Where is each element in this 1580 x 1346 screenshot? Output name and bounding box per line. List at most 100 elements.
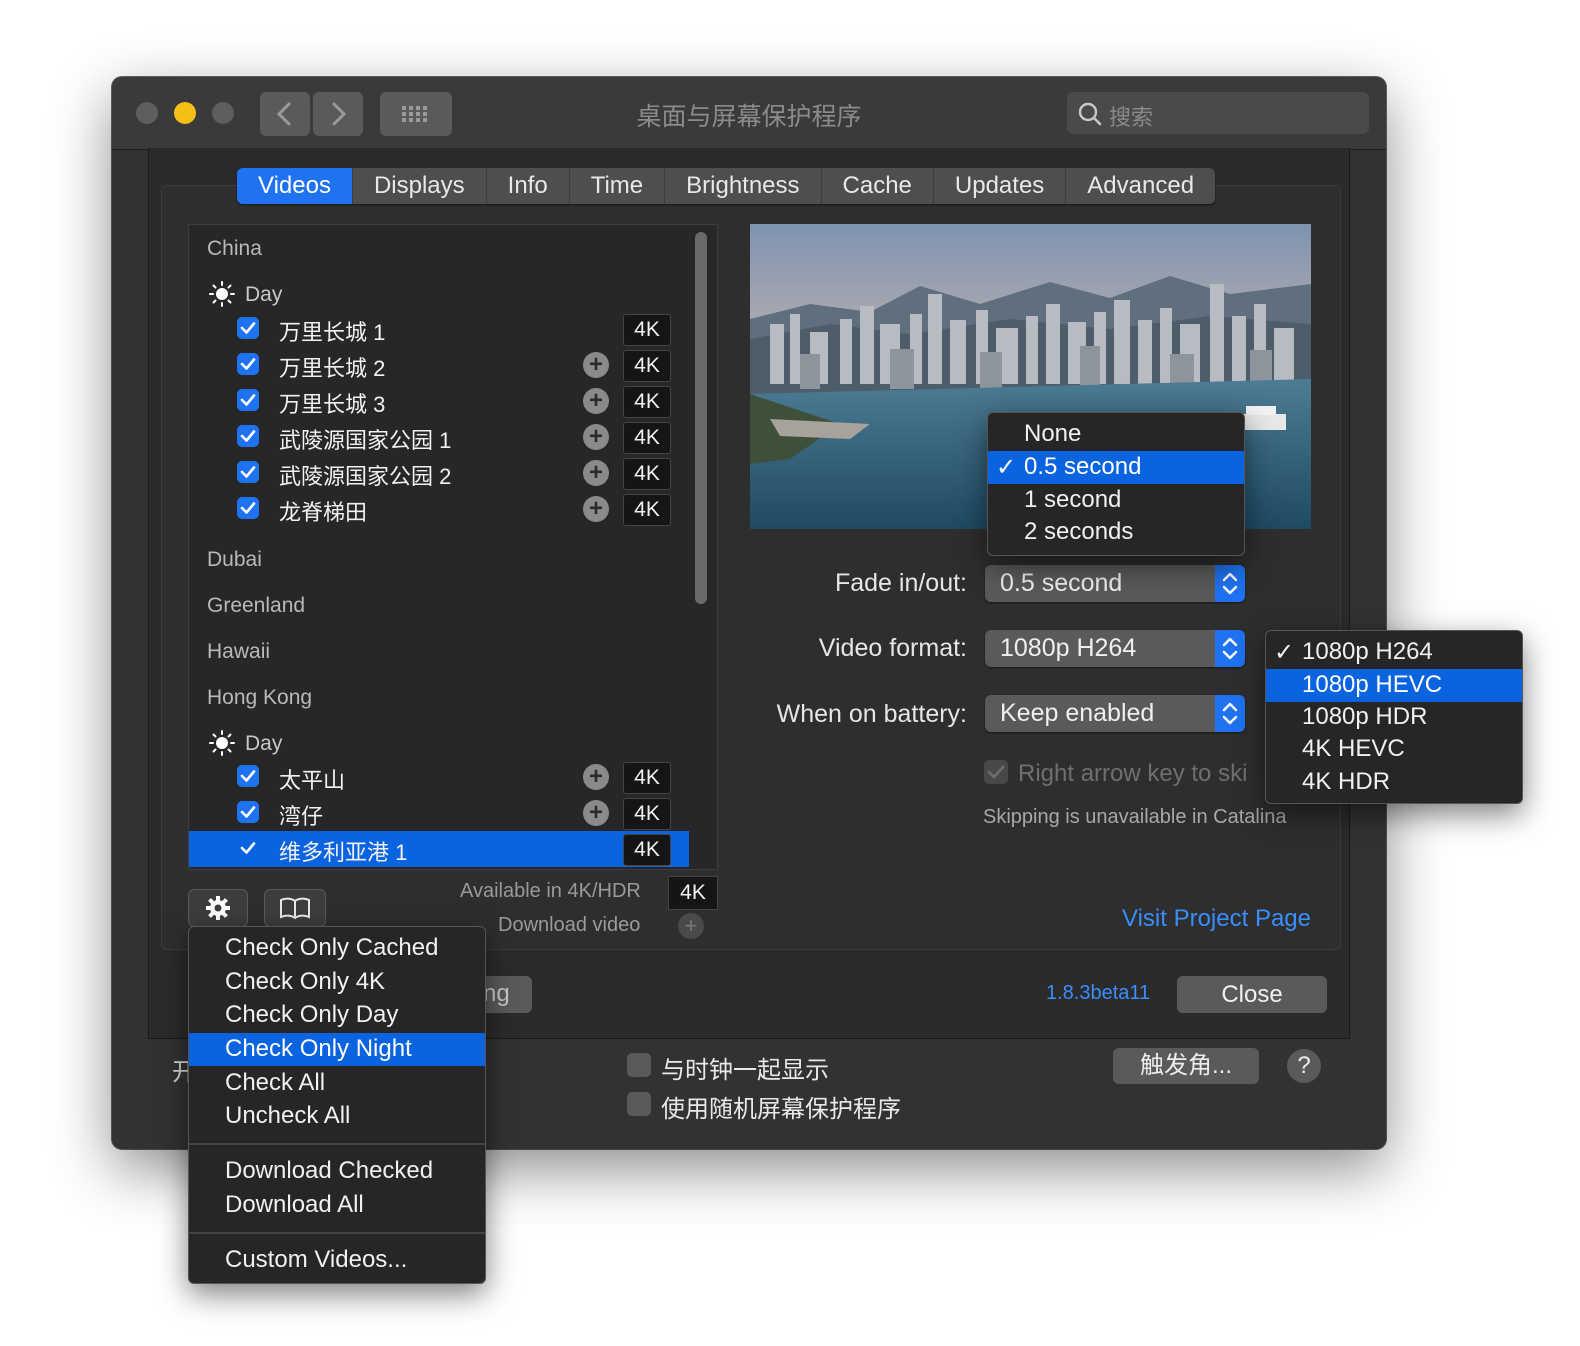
checkmark-icon bbox=[987, 765, 1005, 779]
help-button[interactable]: ? bbox=[1287, 1049, 1321, 1083]
close-button[interactable]: Close bbox=[1177, 976, 1327, 1013]
show-with-clock-checkbox[interactable] bbox=[627, 1053, 651, 1077]
sun-icon bbox=[209, 730, 235, 756]
menu-item-label: Check Only 4K bbox=[225, 968, 386, 995]
video-checkbox[interactable] bbox=[237, 425, 259, 447]
subgroup-label: Day bbox=[245, 732, 283, 755]
menu-item-label: 4K HDR bbox=[1302, 768, 1391, 795]
video-list[interactable]: China Day 万里长城 1 4K 万里长城 2 + 4K 万里长城 3 +… bbox=[188, 224, 718, 870]
video-checkbox[interactable] bbox=[237, 461, 259, 483]
tab-info[interactable]: Info bbox=[485, 168, 569, 204]
tab-bar: Videos Displays Info Time Brightness Cac… bbox=[237, 168, 1216, 204]
checkmark-icon bbox=[240, 358, 256, 370]
hot-corners-button[interactable]: 触发角... bbox=[1113, 1048, 1259, 1084]
info-book-button[interactable] bbox=[264, 889, 326, 927]
format-value: 1080p H264 bbox=[1000, 634, 1137, 662]
video-name: 万里长城 2 bbox=[279, 356, 386, 381]
menu-item-1080p-h264[interactable]: ✓ 1080p H264 bbox=[1266, 636, 1522, 669]
menu-item-4k-hevc[interactable]: 4K HEVC bbox=[1266, 733, 1522, 766]
fade-popup[interactable]: 0.5 second bbox=[985, 565, 1245, 602]
list-item[interactable]: 万里长城 3 + 4K bbox=[189, 383, 689, 419]
video-checkbox[interactable] bbox=[237, 765, 259, 787]
menu-item-label: Custom Videos... bbox=[225, 1246, 408, 1273]
list-item[interactable]: 武陵源国家公园 1 + 4K bbox=[189, 419, 689, 455]
battery-label: When on battery: bbox=[776, 700, 967, 728]
list-scrollbar[interactable] bbox=[695, 232, 707, 604]
gear-button[interactable] bbox=[188, 889, 248, 927]
menu-item-check-only-night[interactable]: Check Only Night bbox=[189, 1033, 485, 1066]
checkmark-icon bbox=[240, 322, 256, 334]
tab-updates[interactable]: Updates bbox=[932, 168, 1065, 204]
video-checkbox[interactable] bbox=[237, 317, 259, 339]
download-plus-button[interactable]: + bbox=[583, 800, 609, 826]
tab-brightness[interactable]: Brightness bbox=[664, 168, 820, 204]
menu-separator bbox=[189, 1232, 485, 1234]
partially-hidden-button-label: ng bbox=[483, 980, 510, 1007]
menu-item-custom-videos[interactable]: Custom Videos... bbox=[189, 1244, 485, 1277]
menu-item-label: Check Only Cached bbox=[225, 934, 439, 961]
list-item[interactable]: 万里长城 2 + 4K bbox=[189, 347, 689, 383]
download-plus-button[interactable]: + bbox=[583, 496, 609, 522]
subgroup-hk-day[interactable]: Day bbox=[209, 730, 282, 756]
menu-separator bbox=[189, 1143, 485, 1145]
list-item[interactable]: 万里长城 1 4K bbox=[189, 311, 689, 347]
menu-item-uncheck-all[interactable]: Uncheck All bbox=[189, 1100, 485, 1133]
list-item[interactable]: 龙脊梯田 + 4K bbox=[189, 491, 689, 527]
video-checkbox[interactable] bbox=[237, 497, 259, 519]
group-hong-kong[interactable]: Hong Kong bbox=[207, 686, 312, 710]
4k-badge: 4K bbox=[623, 798, 671, 830]
battery-popup[interactable]: Keep enabled bbox=[985, 695, 1245, 732]
menu-item-check-all[interactable]: Check All bbox=[189, 1067, 485, 1100]
tab-advanced[interactable]: Advanced bbox=[1065, 168, 1215, 204]
tab-cache[interactable]: Cache bbox=[820, 168, 933, 204]
updown-arrows-icon bbox=[1215, 630, 1245, 667]
search-field[interactable]: 搜索 bbox=[1067, 92, 1369, 134]
download-video-button[interactable]: + bbox=[678, 913, 704, 939]
group-greenland[interactable]: Greenland bbox=[207, 594, 305, 618]
format-dropdown-menu: ✓ 1080p H264 1080p HEVC 1080p HDR 4K HEVC… bbox=[1265, 630, 1523, 804]
menu-item-label: Uncheck All bbox=[225, 1102, 351, 1129]
group-dubai[interactable]: Dubai bbox=[207, 548, 262, 572]
download-plus-button[interactable]: + bbox=[583, 764, 609, 790]
menu-item-check-only-cached[interactable]: Check Only Cached bbox=[189, 932, 485, 965]
menu-item-check-only-day[interactable]: Check Only Day bbox=[189, 999, 485, 1032]
download-plus-button[interactable]: + bbox=[583, 352, 609, 378]
menu-item-fade-2[interactable]: 2 seconds bbox=[988, 516, 1244, 549]
menu-item-1080p-hevc[interactable]: 1080p HEVC bbox=[1266, 669, 1522, 702]
list-item[interactable]: 武陵源国家公园 2 + 4K bbox=[189, 455, 689, 491]
menu-item-download-all[interactable]: Download All bbox=[189, 1189, 485, 1222]
4k-badge: 4K bbox=[623, 834, 671, 866]
video-checkbox[interactable] bbox=[237, 353, 259, 375]
download-plus-button[interactable]: + bbox=[583, 424, 609, 450]
video-checkbox[interactable] bbox=[237, 837, 259, 859]
menu-item-4k-hdr[interactable]: 4K HDR bbox=[1266, 766, 1522, 799]
menu-item-label: 2 seconds bbox=[1024, 518, 1134, 545]
list-item[interactable]: 湾仔 + 4K bbox=[189, 795, 689, 831]
menu-item-download-checked[interactable]: Download Checked bbox=[189, 1155, 485, 1188]
menu-item-fade-0-5[interactable]: ✓ 0.5 second bbox=[988, 451, 1244, 484]
menu-item-fade-1[interactable]: 1 second bbox=[988, 484, 1244, 517]
video-checkbox[interactable] bbox=[237, 389, 259, 411]
download-plus-button[interactable]: + bbox=[583, 388, 609, 414]
tab-videos[interactable]: Videos bbox=[237, 168, 352, 204]
format-popup[interactable]: 1080p H264 bbox=[985, 630, 1245, 667]
menu-item-fade-none[interactable]: None bbox=[988, 418, 1244, 451]
subgroup-china-day[interactable]: Day bbox=[209, 281, 282, 307]
visit-project-link[interactable]: Visit Project Page bbox=[1122, 905, 1311, 933]
tab-displays[interactable]: Displays bbox=[351, 168, 486, 204]
list-item-selected[interactable]: 维多利亚港 1 4K bbox=[189, 831, 689, 867]
menu-item-label: Download Checked bbox=[225, 1157, 434, 1184]
right-arrow-skip-label: Right arrow key to ski bbox=[1018, 760, 1248, 787]
video-checkbox[interactable] bbox=[237, 801, 259, 823]
random-screensaver-checkbox[interactable] bbox=[627, 1092, 651, 1116]
download-plus-button[interactable]: + bbox=[583, 460, 609, 486]
checkmark-icon bbox=[240, 394, 256, 406]
menu-item-check-only-4k[interactable]: Check Only 4K bbox=[189, 966, 485, 999]
menu-item-1080p-hdr[interactable]: 1080p HDR bbox=[1266, 701, 1522, 734]
group-hawaii[interactable]: Hawaii bbox=[207, 640, 270, 664]
tab-time[interactable]: Time bbox=[568, 168, 664, 204]
group-china[interactable]: China bbox=[207, 237, 262, 261]
list-item[interactable]: 太平山 + 4K bbox=[189, 759, 689, 795]
checkmark-icon bbox=[240, 466, 256, 478]
menu-item-label: 1080p H264 bbox=[1302, 638, 1433, 665]
